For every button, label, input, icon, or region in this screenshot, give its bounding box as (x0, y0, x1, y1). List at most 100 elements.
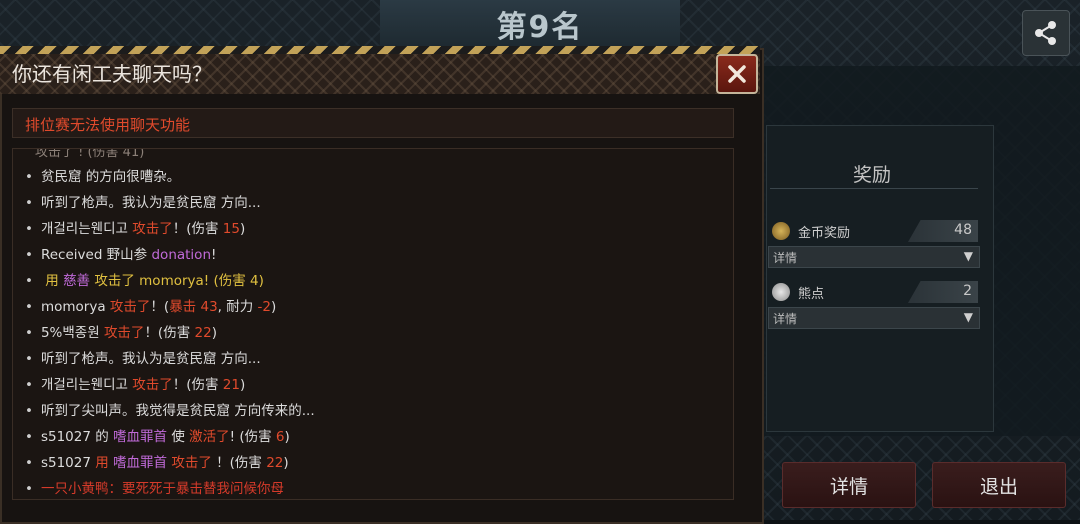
hazard-stripe (0, 46, 760, 54)
reward-divider (770, 188, 978, 189)
bullet-icon: • (25, 247, 33, 263)
chat-message-segment: s51027 (40, 455, 96, 471)
bullet-icon: • (25, 351, 33, 367)
chat-message-segment: 22 (194, 325, 212, 341)
dialog-title: 你还有闲工夫聊天吗？ (12, 62, 212, 86)
chat-message-segment: 攻击了 (103, 325, 145, 341)
chat-message-segment: 15 (222, 221, 240, 237)
chat-message-segment: 暴击 43 (169, 299, 218, 315)
exit-button[interactable]: 退出 (932, 462, 1066, 508)
chat-message-segment: 激活了 (189, 429, 230, 445)
dropdown-label: 详情 (773, 312, 798, 326)
chat-message-segment: 攻击了 (109, 299, 151, 315)
chat-message-segment: 개걸리는웬디고 (40, 221, 133, 237)
reward-value: 48 (954, 222, 972, 238)
close-button[interactable] (716, 54, 758, 94)
chat-message-segment: 用 (95, 455, 114, 471)
chat-message-segment: 21 (222, 377, 240, 393)
chat-message-segment: 嗜血罪首 (113, 455, 168, 471)
reward-value-box: 2 (908, 281, 978, 303)
reward-name: 熊点 (798, 287, 825, 302)
close-icon (728, 65, 746, 83)
bullet-icon: • (25, 481, 33, 497)
bullet-icon: • (25, 195, 33, 211)
reward-detail-dropdown-bear-point[interactable]: 详情 ▼ (768, 307, 980, 329)
chat-message-segment: 慈善 (63, 273, 91, 289)
chat-message-segment: 用 (40, 273, 64, 289)
reward-name: 金币奖励 (798, 226, 851, 241)
chat-message-segment: 攻击了 (167, 455, 217, 471)
chat-message-segment: 개걸리는웬디고 (40, 377, 133, 393)
chat-message-segment: ！(伤害 (172, 221, 223, 237)
chat-message: • 听到了尖叫声。我觉得是贫民窟 方向传来的... (25, 399, 315, 419)
chat-message-segment: 5%백종원 (40, 325, 104, 341)
chat-message: • 听到了枪声。我认为是贫民窟 方向... (25, 191, 261, 211)
chat-message-segment: ) (283, 455, 289, 471)
reward-detail-dropdown-gold[interactable]: 详情 ▼ (768, 246, 980, 268)
bullet-icon: • (25, 325, 33, 341)
chat-message-segment: ) (284, 429, 290, 445)
chat-log[interactable]: 攻击了 ! (伤害 41) • 贫民窟 的方向很嘈杂。 • 听到了枪声。我认为是贫民窟… (12, 148, 734, 500)
chat-message-segment: ！(伤害 (144, 325, 195, 341)
chat-message-segment: ！(伤害 (172, 377, 223, 393)
bullet-icon: • (25, 429, 33, 445)
dropdown-arrow-icon: ▼ (963, 310, 973, 324)
bullet-icon: • (25, 273, 33, 289)
chat-message: • 5%백종원 攻击了！(伤害 22) (25, 321, 217, 341)
chat-message-segment: 嗜血罪首 (113, 429, 168, 445)
chat-message-segment: 攻击了 (90, 273, 140, 289)
chat-message-segment: -2 (257, 299, 272, 315)
gold-coin-icon (772, 222, 790, 240)
chat-message-segment: 贫民窟 的方向很嘈杂。 (40, 169, 181, 185)
dropdown-label: 详情 (773, 251, 798, 265)
chat-message: • momorya 攻击了！(暴击 43, 耐力 -2) (25, 295, 276, 315)
chat-message: • 개걸리는웬디고 攻击了！(伤害 15) (25, 217, 245, 237)
bullet-icon: • (25, 403, 33, 419)
bullet-icon: • (25, 221, 33, 237)
bullet-icon: • (25, 455, 33, 471)
chat-message-segment: 攻击了 (132, 221, 173, 237)
chat-message: • s51027 的 嗜血罪首 使 激活了! (伤害 6) (25, 425, 290, 445)
dropdown-arrow-icon: ▼ (963, 249, 973, 263)
reward-value: 2 (963, 283, 972, 299)
chat-message-segment: ! (211, 247, 217, 263)
share-icon (1035, 21, 1056, 45)
chat-message-partial: 攻击了 ! (伤害 41) (35, 148, 145, 160)
chat-message-segment: ！(伤害 (216, 455, 267, 471)
chat-message-segment: ! (伤害 (229, 429, 276, 445)
chat-message-segment: , 耐力 (217, 299, 258, 315)
chat-message: • 贫民窟 的方向很嘈杂。 (25, 165, 180, 185)
chat-message-segment: 听到了枪声。我认为是贫民窟 方向... (40, 195, 261, 211)
bullet-icon: • (25, 299, 33, 315)
chat-message-segment: ) (271, 299, 277, 315)
reward-value-box: 48 (908, 220, 978, 242)
reward-row-bear-point: 熊点 2 (768, 281, 978, 303)
chat-message-segment: donation (151, 247, 212, 263)
chat-message: • Received 野山参 donation! (25, 243, 216, 263)
chat-message: • 一只小黄鸭：要死死于暴击替我问候你母 (25, 477, 284, 497)
chat-message-segment: 攻击了 (132, 377, 173, 393)
chat-message: • 개걸리는웬디고 攻击了！(伤害 21) (25, 373, 245, 393)
chat-message-segment: 22 (266, 455, 284, 471)
chat-message-segment: s51027 的 (40, 429, 114, 445)
reward-title: 奖励 (852, 164, 891, 186)
reward-row-gold: 金币奖励 48 (768, 220, 978, 242)
bullet-icon: • (25, 169, 33, 185)
chat-message-segment: 听到了尖叫声。我觉得是贫民窟 方向传来的... (40, 403, 315, 419)
chat-message-segment: 一只小黄鸭：要死死于暴击替我问候你母 (40, 481, 284, 497)
bullet-icon: • (25, 377, 33, 393)
chat-message-segment: ) (239, 221, 246, 237)
chat-message-segment: momorya (40, 299, 110, 315)
chat-disabled-notice: 排位赛无法使用聊天功能 (12, 108, 734, 138)
chat-message: • s51027 用 嗜血罪首 攻击了 ！(伤害 22) (25, 451, 289, 471)
chat-message-segment: 使 (167, 429, 190, 445)
chat-message: • 用 慈善 攻击了 momorya! (伤害 4) (25, 269, 264, 289)
details-button[interactable]: 详情 (782, 462, 916, 508)
chat-message-segment: momorya! (伤害 4) (139, 273, 264, 289)
rank-title: 第9名 (496, 10, 584, 45)
chat-message-segment: ！( (150, 299, 170, 315)
chat-message-segment: 听到了枪声。我认为是贫民窟 方向... (40, 351, 261, 367)
chat-message-segment: ) (211, 325, 217, 341)
share-button[interactable] (1022, 10, 1070, 56)
notice-text: 排位赛无法使用聊天功能 (25, 116, 191, 134)
